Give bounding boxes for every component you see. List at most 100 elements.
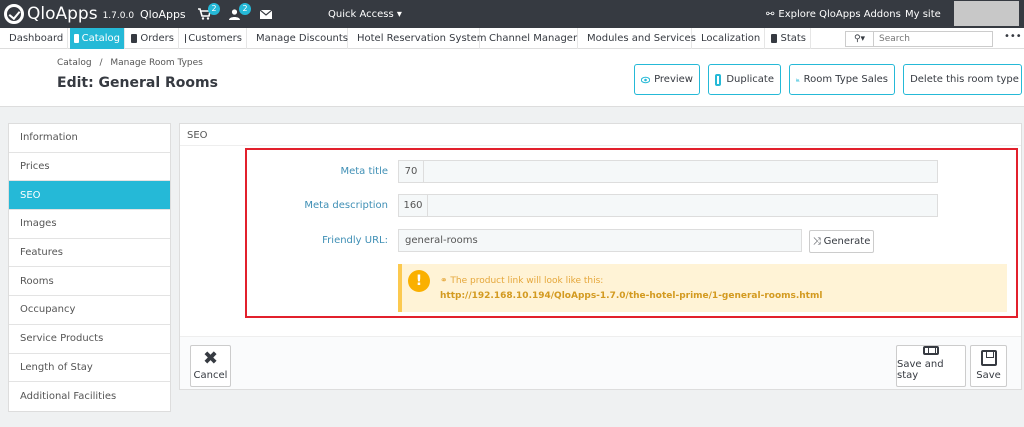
preview-button[interactable]: Preview — [634, 64, 700, 95]
seo-fields-highlight: Meta title 70 Meta description 160 Frien… — [245, 148, 1018, 318]
quick-access-dropdown[interactable]: Quick Access ▾ — [328, 0, 402, 28]
friendly-url-label: Friendly URL: — [322, 235, 388, 246]
menu-label: Channel Manager — [489, 33, 578, 44]
brand-name: QloApps — [27, 4, 98, 24]
cart-icon[interactable]: 2 — [198, 0, 220, 28]
tab-service-products[interactable]: Service Products — [9, 325, 170, 354]
alert-message: The product link will look like this: — [450, 276, 604, 286]
credit-card-icon — [131, 34, 138, 43]
save-and-stay-label: Save and stay — [897, 359, 944, 381]
product-tabs-sidebar: Information Prices SEO Images Features R… — [8, 123, 171, 412]
meta-description-label: Meta description — [304, 200, 388, 211]
tab-features[interactable]: Features — [9, 239, 170, 268]
tab-images[interactable]: Images — [9, 210, 170, 239]
duplicate-button[interactable]: Duplicate — [708, 64, 781, 95]
shuffle-icon: ⤨ — [812, 236, 821, 247]
breadcrumb-catalog[interactable]: Catalog — [57, 58, 92, 68]
breadcrumb-separator: / — [99, 58, 103, 68]
main-menu: Dashboard Catalog Orders Customers Manag… — [0, 28, 1024, 49]
menu-item-discounts[interactable]: Manage Discounts — [249, 28, 348, 49]
top-bar: QloApps 1.7.0.0 QloApps 2 2 Quick Access… — [0, 0, 1024, 28]
menu-item-modules[interactable]: Modules and Services — [580, 28, 696, 49]
menu-item-stats[interactable]: Stats — [767, 28, 811, 49]
friendly-url-input[interactable] — [399, 230, 801, 251]
delete-room-type-button[interactable]: Delete this room type — [903, 64, 1022, 95]
tab-rooms[interactable]: Rooms — [9, 267, 170, 297]
save-and-stay-button[interactable]: Save and stay — [896, 345, 966, 387]
menu-label: Customers — [188, 33, 242, 44]
book-icon — [74, 34, 79, 43]
generate-button[interactable]: ⤨ Generate — [809, 230, 874, 253]
bar-chart-icon — [796, 77, 800, 81]
breadcrumb-room-types[interactable]: Manage Room Types — [110, 58, 202, 68]
meta-title-input[interactable] — [424, 161, 937, 182]
meta-title-field: 70 — [398, 160, 938, 183]
menu-label: Hotel Reservation System — [357, 33, 487, 44]
menu-label: Catalog — [81, 33, 120, 44]
preview-label: Preview — [654, 74, 693, 85]
cancel-button[interactable]: ✖ Cancel — [190, 345, 231, 387]
menu-label: Dashboard — [9, 33, 64, 44]
logo-icon — [4, 4, 24, 24]
my-site-link[interactable]: My site — [905, 0, 941, 28]
tab-information[interactable]: Information — [9, 124, 170, 153]
tab-additional-facilities[interactable]: Additional Facilities — [9, 382, 170, 411]
tab-prices[interactable]: Prices — [9, 153, 170, 182]
save-icon — [923, 346, 939, 355]
panel-divider — [180, 145, 1021, 146]
page-header: Catalog / Manage Room Types Edit: Genera… — [0, 49, 1024, 107]
seo-panel: SEO Meta title 70 Meta description 160 F… — [179, 123, 1022, 390]
room-type-sales-label: Room Type Sales — [803, 74, 888, 85]
warning-icon: ! — [408, 270, 430, 292]
explore-addons-link[interactable]: ⚯ Explore QloApps Addons — [766, 0, 901, 28]
menu-label: Orders — [140, 33, 174, 44]
cancel-label: Cancel — [193, 370, 228, 381]
search-type-dropdown[interactable]: ⚲▾ — [845, 31, 873, 47]
menu-item-hotel-reservation[interactable]: Hotel Reservation System — [350, 28, 486, 49]
eye-icon — [641, 76, 651, 83]
search-icon: ⚲▾ — [853, 34, 866, 44]
product-link-url[interactable]: http://192.168.10.194/QloApps-1.7.0/the-… — [440, 291, 822, 301]
meta-title-label: Meta title — [340, 166, 388, 177]
user-badge: 2 — [239, 3, 251, 15]
tab-length-of-stay[interactable]: Length of Stay — [9, 354, 170, 383]
delete-room-type-label: Delete this room type — [910, 74, 1019, 85]
meta-description-counter: 160 — [399, 195, 428, 216]
more-menu-icon[interactable]: ••• — [1004, 31, 1022, 42]
employee-avatar[interactable] — [954, 1, 1019, 26]
save-icon — [980, 350, 997, 366]
menu-label: Manage Discounts — [256, 33, 349, 44]
menu-item-orders[interactable]: Orders — [127, 28, 179, 49]
alert-text: ⚭ The product link will look like this: — [440, 276, 603, 286]
bar-chart-icon — [771, 34, 778, 43]
envelope-icon[interactable] — [260, 0, 272, 28]
friendly-url-field — [398, 229, 802, 252]
room-type-sales-button[interactable]: Room Type Sales — [789, 64, 895, 95]
puzzle-icon: ⚯ — [766, 8, 775, 20]
shop-name-link[interactable]: QloApps — [140, 0, 186, 28]
tab-seo[interactable]: SEO — [9, 181, 170, 211]
save-button[interactable]: Save — [970, 345, 1007, 387]
brand-logo[interactable]: QloApps 1.7.0.0 — [4, 0, 134, 28]
menu-item-dashboard[interactable]: Dashboard — [2, 28, 68, 49]
tab-occupancy[interactable]: Occupancy — [9, 296, 170, 325]
product-link-alert: ! ⚭ The product link will look like this… — [398, 264, 1007, 312]
menu-item-localization[interactable]: Localization — [694, 28, 765, 49]
search-input[interactable] — [873, 31, 993, 47]
link-icon: ⚭ — [440, 276, 451, 286]
close-icon: ✖ — [202, 348, 219, 369]
meta-title-counter: 70 — [399, 161, 424, 182]
menu-item-customers[interactable]: Customers — [181, 28, 247, 49]
generate-label: Generate — [823, 236, 871, 247]
menu-label: Stats — [780, 33, 806, 44]
meta-description-field: 160 — [398, 194, 938, 217]
user-icon[interactable]: 2 — [229, 0, 251, 28]
menu-item-catalog[interactable]: Catalog — [70, 28, 125, 49]
panel-footer: ✖ Cancel Save and stay Save — [180, 336, 1021, 389]
menu-label: Modules and Services — [587, 33, 696, 44]
version-label: 1.7.0.0 — [102, 10, 135, 21]
menu-item-channel-manager[interactable]: Channel Manager — [482, 28, 578, 49]
cart-badge: 2 — [208, 3, 220, 15]
meta-description-input[interactable] — [428, 195, 937, 216]
panel-title: SEO — [187, 130, 208, 141]
